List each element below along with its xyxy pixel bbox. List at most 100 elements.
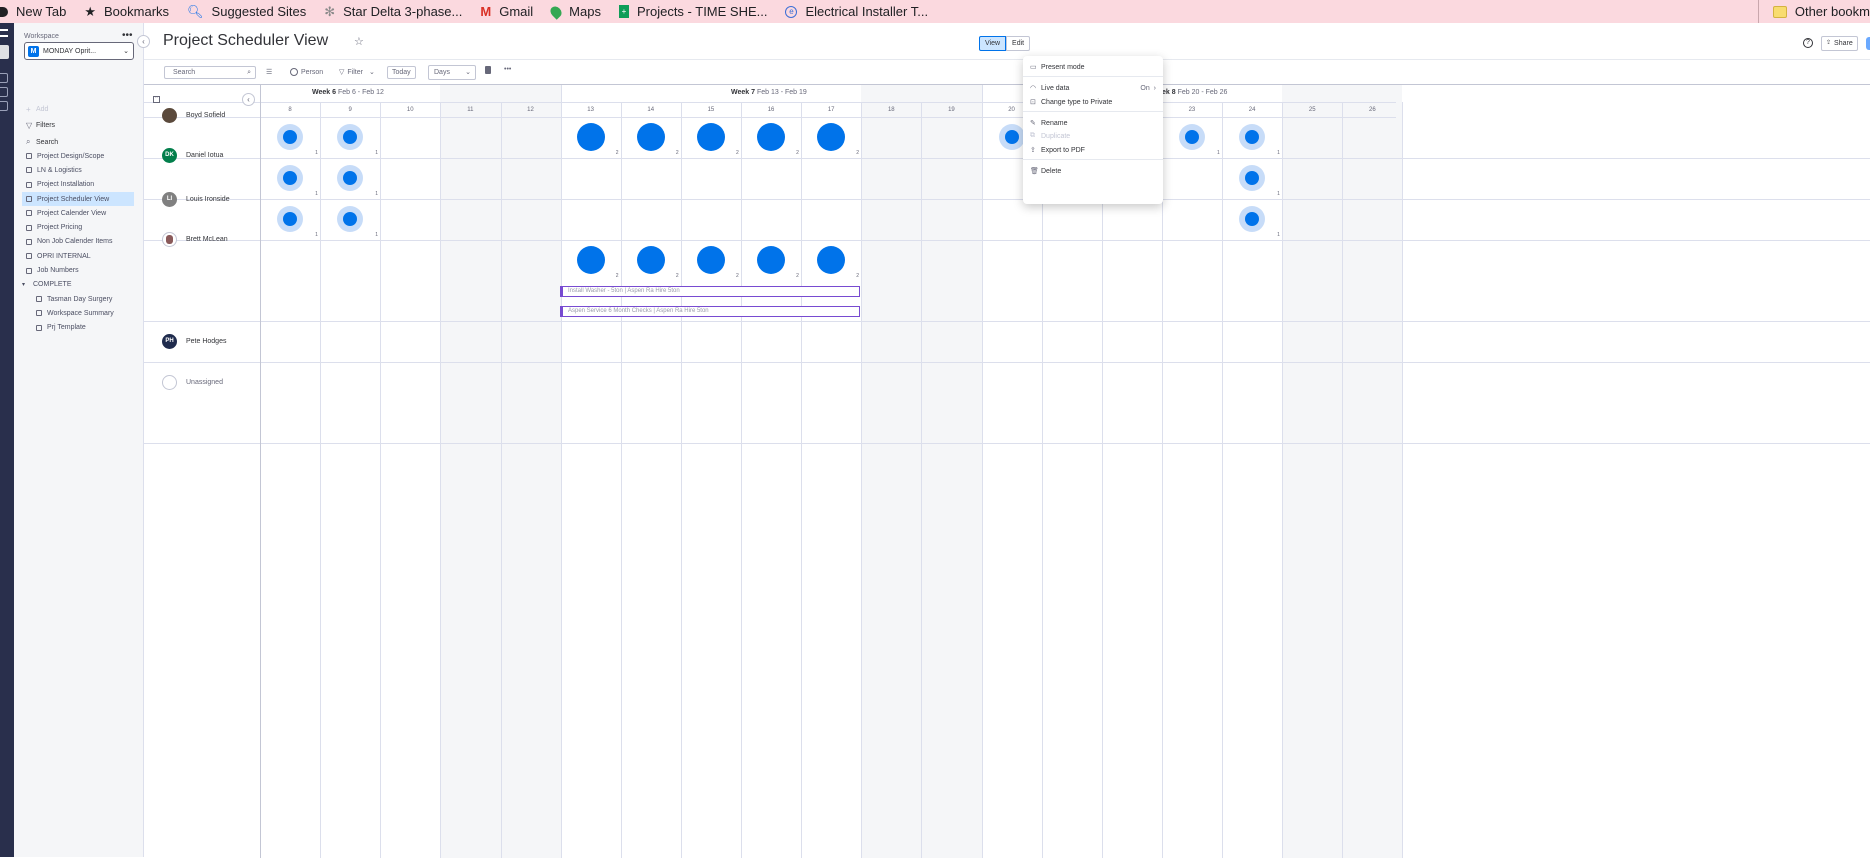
sidebar-item-non-job-calender-items[interactable]: Non Job Calender Items xyxy=(22,235,134,249)
search-input[interactable]: Search ⌕ xyxy=(164,66,256,79)
bookmark-new-tab[interactable]: New Tab xyxy=(0,4,66,19)
more-options-icon[interactable]: ••• xyxy=(122,30,133,41)
person-row-daniel-iotua[interactable]: DK Daniel Iotua xyxy=(162,148,223,163)
workload-marker[interactable] xyxy=(1239,206,1266,232)
workload-dot xyxy=(283,171,298,185)
maps-icon xyxy=(548,3,564,20)
days-select[interactable]: Days ⌄ xyxy=(428,65,476,80)
expand-all-icon[interactable]: ⌃ xyxy=(153,96,160,103)
today-button[interactable]: Today xyxy=(387,66,416,79)
board-icon xyxy=(26,253,32,260)
bookmark-star-delta[interactable]: ✻ Star Delta 3-phase... xyxy=(324,4,462,19)
workload-marker[interactable] xyxy=(757,123,786,151)
notifications-icon[interactable] xyxy=(0,73,8,83)
menu-export-pdf[interactable]: ⇪ Export to PDF xyxy=(1030,146,1156,155)
view-button[interactable]: View xyxy=(979,36,1007,51)
person-row-louis-ironside[interactable]: LI Louis Ironside xyxy=(162,192,230,207)
person-row-unassigned[interactable]: Unassigned xyxy=(162,375,223,390)
sidebar-item-project-calender-view[interactable]: Project Calender View xyxy=(22,206,134,220)
person-filter-button[interactable]: Person xyxy=(290,68,323,76)
other-bookmarks[interactable]: Other bookm xyxy=(1757,0,1870,23)
workload-marker[interactable] xyxy=(576,246,605,274)
workload-marker[interactable] xyxy=(817,246,846,274)
workload-marker[interactable] xyxy=(1239,124,1266,150)
bookmark-gmail[interactable]: M Gmail xyxy=(480,4,533,19)
workspace-icon[interactable] xyxy=(0,45,9,59)
sidebar-item-opri-internal[interactable]: OPRI INTERNAL xyxy=(22,249,134,263)
workload-marker[interactable] xyxy=(576,123,605,151)
share-button[interactable]: ⇪ Share xyxy=(1821,36,1858,51)
menu-rename[interactable]: ✎ Rename xyxy=(1030,119,1156,128)
sidebar-item-ln-logistics[interactable]: LN & Logistics xyxy=(22,163,134,177)
menu-change-type[interactable]: ⊡ Change type to Private xyxy=(1030,98,1156,107)
column-line xyxy=(921,102,923,858)
home-icon[interactable] xyxy=(0,29,8,37)
workload-marker[interactable] xyxy=(817,123,846,151)
search-button[interactable]: ⌕ Search xyxy=(26,137,58,147)
my-work-icon[interactable] xyxy=(0,101,8,111)
workload-count: 1 xyxy=(375,150,378,156)
menu-present-mode[interactable]: ▭ Present mode xyxy=(1030,63,1156,72)
day-label: 10 xyxy=(406,107,414,113)
menu-live-data[interactable]: ◠ Live data On › xyxy=(1030,84,1156,93)
sidebar-item-project-scheduler-view[interactable]: Project Scheduler View xyxy=(22,191,134,207)
day-label: 25 xyxy=(1308,107,1316,113)
workspace-label: Workspace xyxy=(24,33,59,40)
workload-marker[interactable] xyxy=(277,124,304,150)
search-icon: ⌕ xyxy=(247,69,251,76)
workload-marker[interactable] xyxy=(337,165,364,191)
workload-marker[interactable] xyxy=(1179,124,1205,150)
workload-count: 2 xyxy=(675,150,679,156)
app-rail xyxy=(0,23,14,857)
timeline-collapse-button[interactable]: ‹ xyxy=(242,93,255,106)
workload-marker[interactable] xyxy=(636,123,665,151)
filters-button[interactable]: ▽ Filters xyxy=(26,121,55,130)
workload-marker[interactable] xyxy=(1239,165,1266,191)
workload-marker[interactable] xyxy=(757,246,786,274)
sidebar-item-tasman-day-surgery[interactable]: Tasman Day Surgery xyxy=(22,292,134,306)
person-row-pete-hodges[interactable]: PH Pete Hodges xyxy=(162,334,226,349)
task-bar[interactable]: Install Washer - 5ton | Aspen Ra Hire 5t… xyxy=(560,286,860,297)
bookmark-bookmarks[interactable]: ★ Bookmarks xyxy=(84,4,169,19)
column-line xyxy=(620,102,622,858)
workspace-select[interactable]: M MONDAY Oprit... ⌄ xyxy=(24,42,134,60)
workload-marker[interactable] xyxy=(337,124,364,150)
workload-marker[interactable] xyxy=(277,165,304,191)
help-icon[interactable]: ? xyxy=(1803,38,1813,48)
menu-duplicate[interactable]: ⧉ Duplicate xyxy=(1030,132,1156,140)
more-options-icon[interactable]: ••• xyxy=(504,66,511,73)
bookmark-electrical-installer[interactable]: e Electrical Installer T... xyxy=(785,4,928,19)
bookmark-projects-time-sheet[interactable]: + Projects - TIME SHE... xyxy=(618,4,767,19)
workload-marker[interactable] xyxy=(696,123,725,151)
sidebar-item-workspace-summary[interactable]: Workspace Summary xyxy=(22,306,134,320)
row-line xyxy=(144,321,1870,322)
bookmark-maps[interactable]: Maps xyxy=(548,3,601,20)
sidebar-item-prj-template[interactable]: Prj Template xyxy=(22,321,134,335)
bookmark-suggested-sites[interactable]: 🔍︎ Suggested Sites xyxy=(187,4,306,19)
workload-marker[interactable] xyxy=(636,246,665,274)
workload-marker[interactable] xyxy=(277,206,304,232)
sidebar-collapse-button[interactable]: ‹ xyxy=(137,35,150,48)
sort-icon[interactable]: ☰ xyxy=(266,68,272,76)
task-bar[interactable]: Aspen Service 6 Month Checks | Aspen Ra … xyxy=(560,306,860,317)
column-line xyxy=(680,102,682,858)
person-row-boyd-sofield[interactable]: Boyd Sofield xyxy=(162,108,225,123)
trash-icon[interactable] xyxy=(485,66,491,74)
sidebar-folder-complete[interactable]: ▾ COMPLETE xyxy=(22,278,134,292)
workload-marker[interactable] xyxy=(998,124,1025,150)
sidebar-item-project-pricing[interactable]: Project Pricing xyxy=(22,220,134,234)
inbox-icon[interactable] xyxy=(0,87,8,97)
favorite-star-icon[interactable]: ☆ xyxy=(354,35,364,48)
menu-delete[interactable]: 🗑︎ Delete xyxy=(1030,167,1156,176)
sidebar-item-project-design-scope[interactable]: Project Design/Scope xyxy=(22,149,134,163)
person-row-brett-mclean[interactable]: Brett McLean xyxy=(162,232,228,247)
avatar[interactable] xyxy=(1866,37,1870,50)
workload-count: 2 xyxy=(615,273,619,279)
workload-marker[interactable] xyxy=(337,206,364,232)
add-button[interactable]: + Add xyxy=(26,105,48,114)
edit-button[interactable]: Edit xyxy=(1006,36,1031,51)
filter-button[interactable]: ▽ Filter ⌄ xyxy=(339,68,375,77)
workload-marker[interactable] xyxy=(696,246,725,274)
sidebar-item-job-numbers[interactable]: Job Numbers xyxy=(22,263,134,277)
sidebar-item-project-installation[interactable]: Project Installation xyxy=(22,178,134,192)
